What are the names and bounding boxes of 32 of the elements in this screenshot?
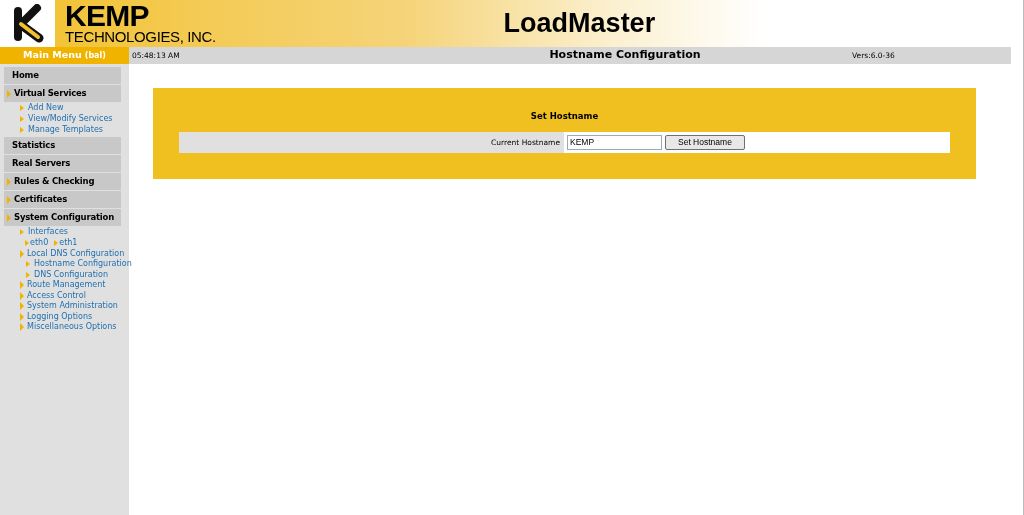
menu-link[interactable]: Manage Templates: [28, 125, 103, 134]
panel-heading: Set Hostname: [529, 110, 600, 123]
arrow-icon: [54, 240, 59, 247]
menu-section[interactable]: Real Servers: [4, 155, 121, 173]
menu-link[interactable]: eth0: [30, 239, 49, 248]
triangle-icon: [20, 249, 24, 258]
menu-link[interactable]: System Administration: [27, 302, 118, 311]
app-title: LoadMaster: [503, 7, 656, 41]
menu-link[interactable]: Local DNS Configuration: [27, 249, 125, 258]
menu-link[interactable]: Route Management: [27, 281, 106, 290]
menu-section[interactable]: Rules & Checking: [4, 173, 121, 191]
logo-subtitle: TECHNOLOGIES, INC.: [65, 29, 216, 44]
menu-link[interactable]: eth1: [59, 239, 78, 248]
menu-link[interactable]: Interfaces: [28, 228, 68, 237]
menu-link[interactable]: Add New: [28, 104, 64, 113]
menu-link[interactable]: DNS Configuration: [34, 270, 109, 279]
menu-link[interactable]: Logging Options: [27, 312, 93, 321]
set-hostname-button[interactable]: Set Hostname: [665, 134, 745, 150]
menu-link[interactable]: Miscellaneous Options: [27, 322, 117, 331]
menu-section[interactable]: Statistics: [4, 137, 121, 155]
menu-link[interactable]: View/Modify Services: [28, 115, 113, 124]
menu-section[interactable]: Virtual Services: [4, 85, 121, 102]
menu-link[interactable]: Hostname Configuration: [34, 260, 132, 269]
triangle-icon: [7, 89, 11, 98]
menu-section[interactable]: Certificates: [4, 191, 121, 209]
menu-section[interactable]: Home: [4, 67, 121, 84]
logo-wordmark: KEMP: [65, 3, 150, 29]
menu-link[interactable]: Access Control: [27, 291, 86, 300]
menu-section[interactable]: System Configuration: [4, 209, 121, 227]
sidebar-title: Main Menu (bal): [0, 47, 129, 64]
page-title: Hostname Configuration: [548, 47, 702, 64]
hostname-field[interactable]: KEMP: [567, 134, 662, 150]
